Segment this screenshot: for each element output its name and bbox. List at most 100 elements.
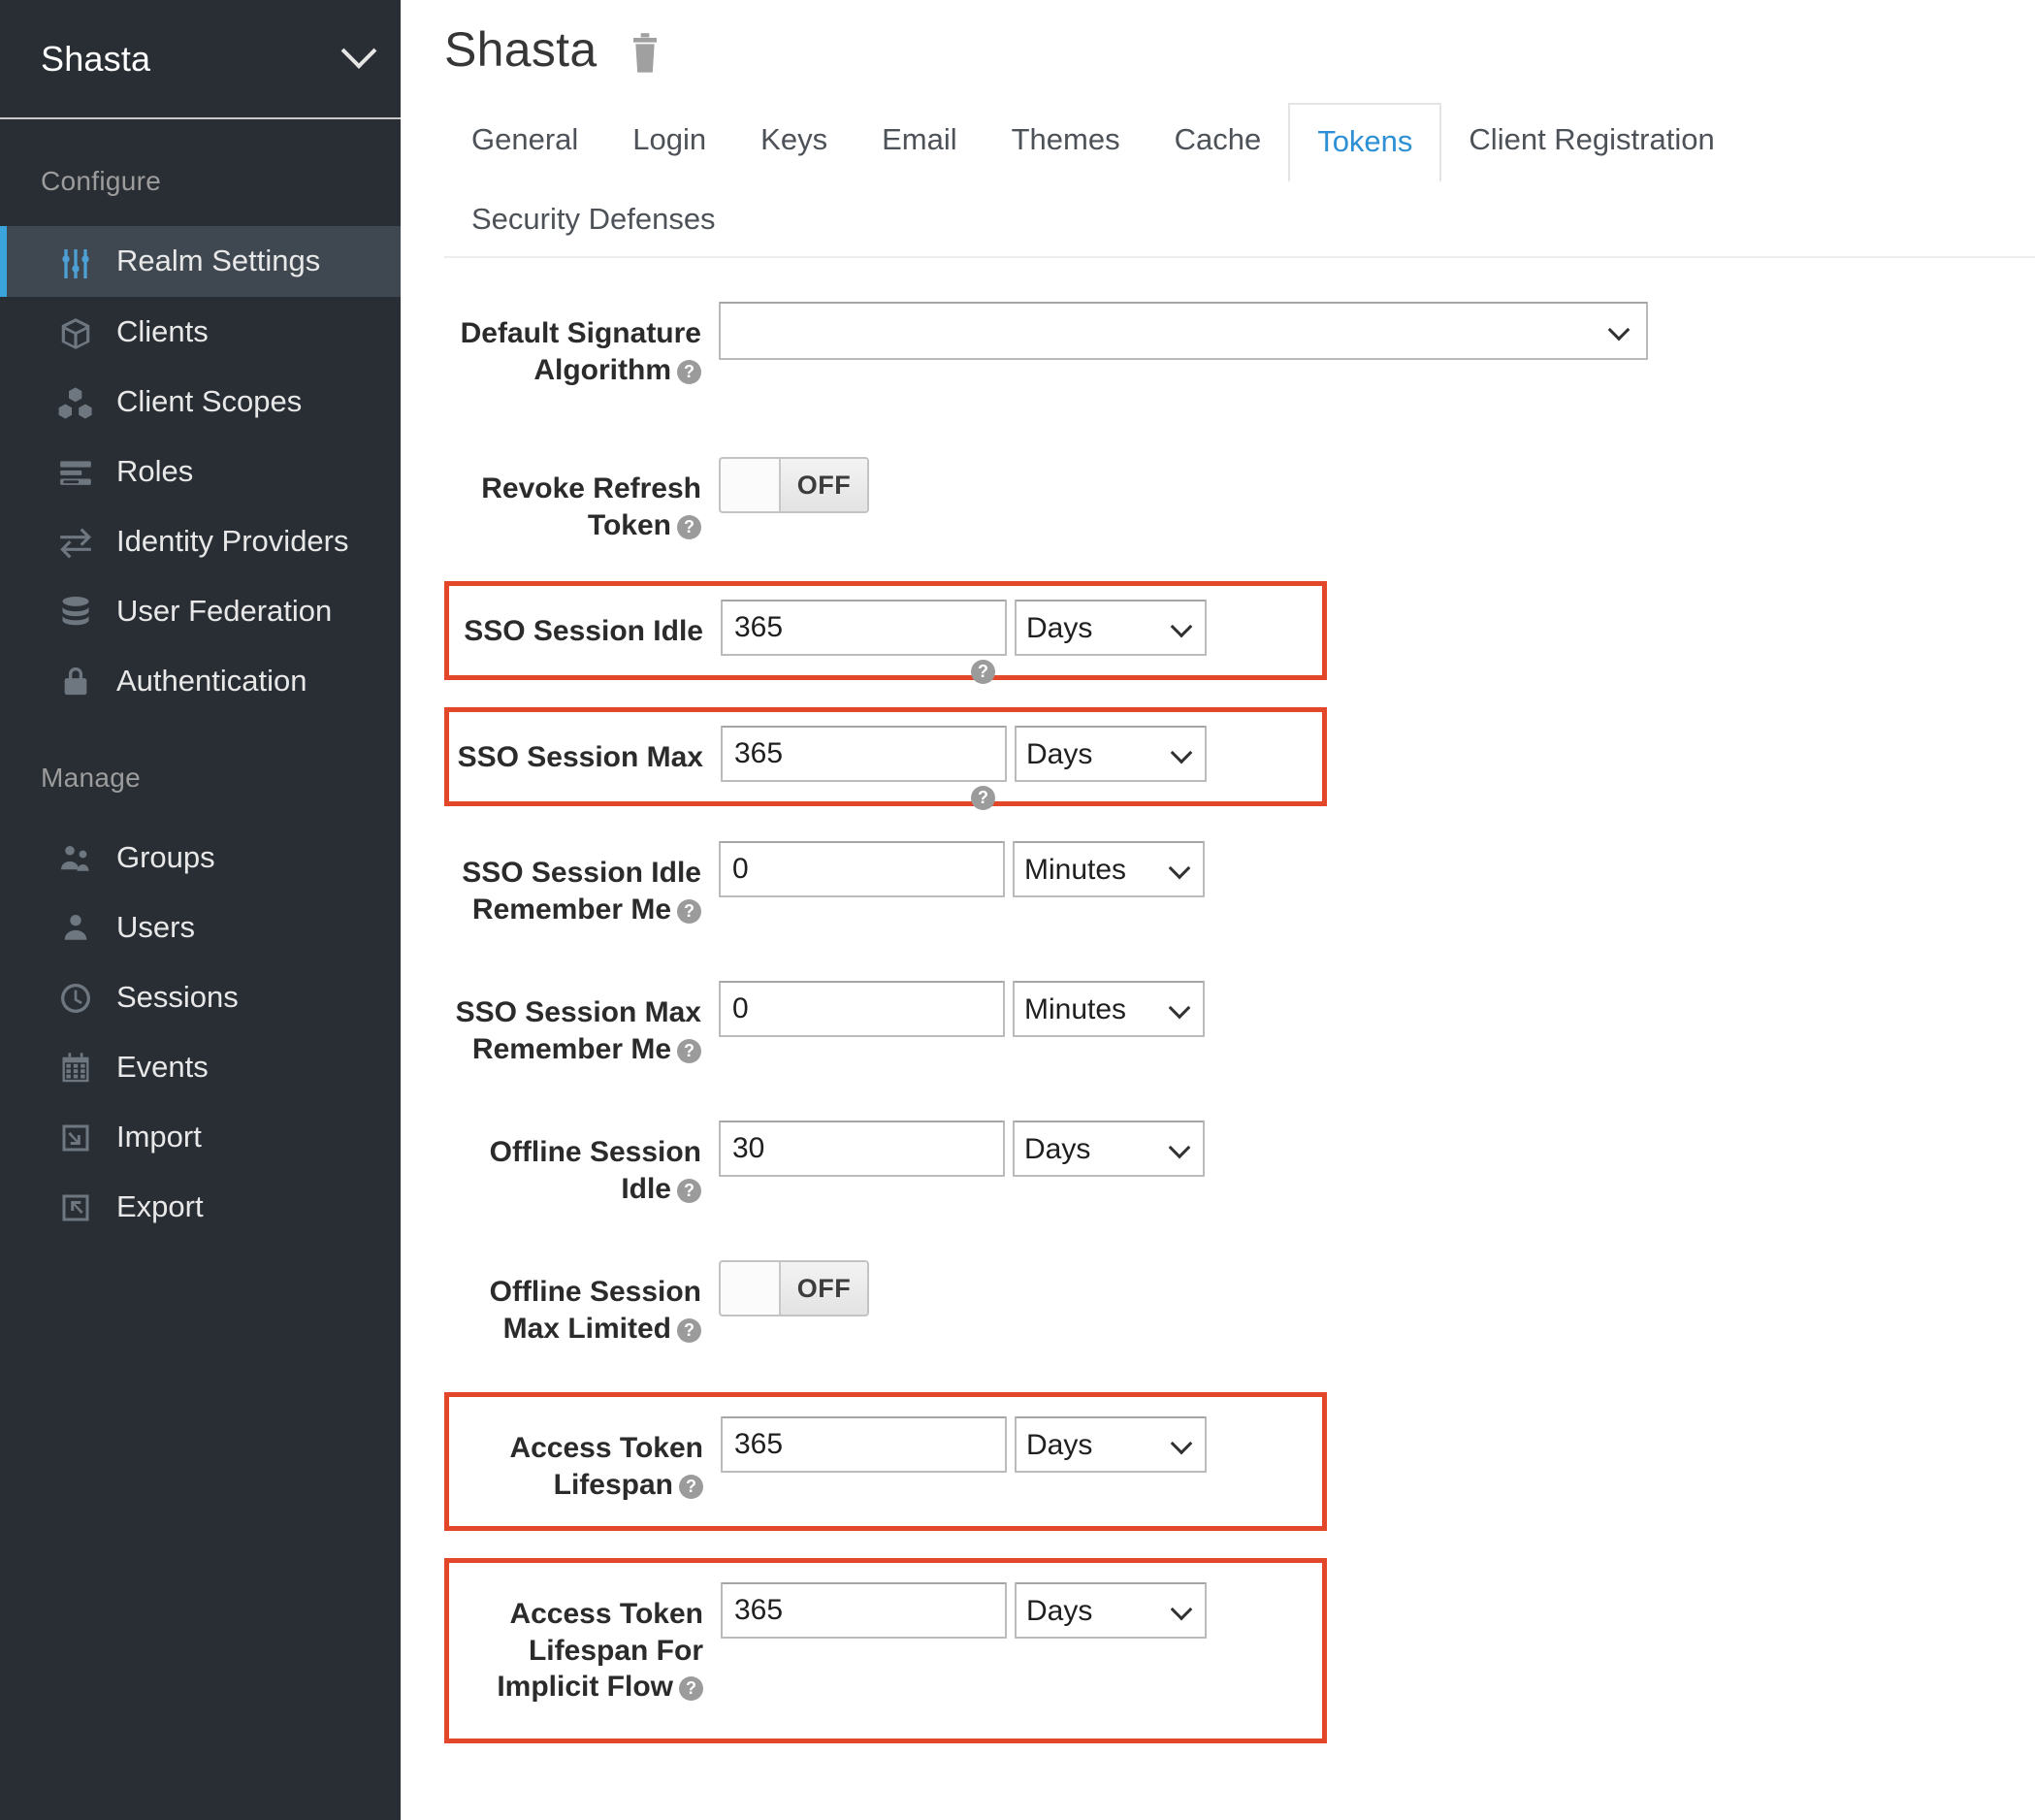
sidebar-item-events[interactable]: Events [0,1032,401,1102]
access-token-lifespan-for-implicit-flow-unit-select[interactable]: Days [1015,1582,1207,1639]
toggle-knob [721,1262,781,1315]
field-row-sso-session-max-remember-me: SSO Session Max Remember Me? Minutes [449,981,2035,1121]
sidebar-item-authentication[interactable]: Authentication [0,646,401,716]
help-icon-sso-session-max-remember-me[interactable]: ? [677,1038,701,1063]
realm-selector[interactable]: Shasta [0,0,401,119]
tokens-form: Default Signature Algorithm? Revoke Refr… [401,258,2035,1743]
main-content: Shasta General Login Keys Email Themes C… [401,0,2035,1820]
sidebar-item-label-user-federation: User Federation [116,594,333,629]
field-label-sso-session-idle: SSO Session Idle? [449,600,995,684]
sidebar-item-label-events: Events [116,1050,209,1085]
help-icon-access-token-lifespan-for-implicit-flow[interactable]: ? [679,1676,703,1701]
sso-session-max-unit-select[interactable]: Days [1015,726,1207,782]
sidebar-item-groups[interactable]: Groups [0,823,401,893]
sidebar-item-user-federation[interactable]: User Federation [0,576,401,646]
tab-themes[interactable]: Themes [985,103,1147,182]
sidebar-item-clients[interactable]: Clients [0,297,401,367]
field-label-default-signature-algorithm: Default Signature Algorithm? [460,317,701,386]
help-icon-sso-session-idle[interactable]: ? [971,660,995,684]
default-signature-algorithm-select[interactable] [719,302,1648,360]
sso-session-idle-unit-select[interactable]: Days [1015,600,1207,656]
offline-session-idle-input[interactable] [719,1121,1005,1177]
nav-section-configure: Configure Realm Settings Clients Client … [0,119,401,716]
cube-icon [54,310,97,352]
page-title: Shasta [444,22,598,77]
database-icon [54,590,97,630]
field-label-sso-session-max-remember-me: SSO Session Max Remember Me? [455,996,701,1065]
sidebar-item-label-roles: Roles [116,454,194,489]
help-icon-sso-session-idle-remember-me[interactable]: ? [677,898,701,924]
tab-cache[interactable]: Cache [1147,103,1289,182]
field-row-offline-session-max-limited: Offline Session Max Limited? OFF [449,1260,2035,1392]
field-row-sso-session-idle: SSO Session Idle? Days [444,581,1327,684]
sidebar-item-realm-settings[interactable]: Realm Settings [0,226,401,297]
sidebar-item-label-realm-settings: Realm Settings [116,244,321,277]
sidebar-item-client-scopes[interactable]: Client Scopes [0,367,401,437]
field-label-sso-session-max: SSO Session Max? [449,726,995,810]
tab-bar: General Login Keys Email Themes Cache To… [444,103,2035,258]
tab-email[interactable]: Email [855,103,985,182]
sidebar: Shasta Configure Realm Settings Clients [0,0,401,1820]
nav-section-manage: Manage Groups Users Sessions Events Impo… [0,716,401,1242]
list-icon [54,450,97,492]
sso-session-max-remember-me-input[interactable] [719,981,1005,1037]
tab-keys[interactable]: Keys [733,103,855,182]
sidebar-item-label-clients: Clients [116,314,209,348]
field-label-offline-session-idle: Offline Session Idle? [489,1136,701,1205]
chevron-down-icon [340,32,377,69]
revoke-refresh-token-toggle[interactable]: OFF [719,457,869,513]
field-row-sso-session-max: SSO Session Max? Days [444,707,1327,810]
sso-session-idle-remember-me-unit-select[interactable]: Minutes [1013,841,1205,897]
field-row-access-token-lifespan: Access Token Lifespan? Days [444,1392,1327,1531]
field-label-offline-session-max-limited: Offline Session Max Limited? [489,1276,701,1345]
field-label-revoke-refresh-token: Revoke Refresh Token? [481,472,701,541]
sidebar-item-identity-providers[interactable]: Identity Providers [0,506,401,576]
sidebar-item-label-client-scopes: Client Scopes [116,384,303,419]
lock-icon [54,660,97,698]
field-row-revoke-refresh-token: Revoke Refresh Token? OFF [449,457,2035,581]
tab-tokens[interactable]: Tokens [1288,103,1442,182]
sidebar-item-roles[interactable]: Roles [0,437,401,506]
toggle-state-label: OFF [781,1262,867,1315]
sso-session-max-input[interactable] [721,726,1007,782]
access-token-lifespan-for-implicit-flow-input[interactable] [721,1582,1007,1639]
field-label-access-token-lifespan: Access Token Lifespan? [509,1432,703,1501]
help-icon-default-signature-algorithm[interactable]: ? [677,359,701,384]
nav-section-title-manage: Manage [41,763,141,794]
tab-login[interactable]: Login [605,103,733,182]
sidebar-item-label-identity-providers: Identity Providers [116,524,349,559]
help-icon-sso-session-max[interactable]: ? [971,786,995,810]
sso-session-idle-remember-me-input[interactable] [719,841,1005,897]
sso-session-idle-input[interactable] [721,600,1007,656]
exchange-icon [54,520,97,562]
offline-session-idle-unit-select[interactable]: Days [1013,1121,1205,1177]
offline-session-max-limited-toggle[interactable]: OFF [719,1260,869,1316]
clock-icon [54,976,97,1016]
tab-general[interactable]: General [444,103,605,182]
calendar-icon [54,1046,97,1086]
sidebar-item-import[interactable]: Import [0,1102,401,1172]
sso-session-max-remember-me-unit-select[interactable]: Minutes [1013,981,1205,1037]
page-header: Shasta [401,0,2035,78]
help-icon-offline-session-max-limited[interactable]: ? [677,1317,701,1343]
trash-icon[interactable] [626,32,664,75]
access-token-lifespan-input[interactable] [721,1416,1007,1473]
sidebar-item-label-authentication: Authentication [116,664,307,699]
cubes-icon [54,380,97,422]
access-token-lifespan-unit-select[interactable]: Days [1015,1416,1207,1473]
export-arrow-icon [54,1186,97,1225]
field-label-access-token-lifespan-for-implicit-flow: Access Token Lifespan For Implicit Flow? [497,1598,703,1703]
help-icon-offline-session-idle[interactable]: ? [677,1178,701,1203]
help-icon-access-token-lifespan[interactable]: ? [679,1474,703,1499]
keycloak-admin-console: Shasta Configure Realm Settings Clients [0,0,2035,1820]
help-icon-revoke-refresh-token[interactable]: ? [677,514,701,539]
sidebar-item-label-users: Users [116,910,195,945]
tab-security-defenses[interactable]: Security Defenses [444,182,743,258]
sidebar-item-sessions[interactable]: Sessions [0,962,401,1032]
sidebar-item-users[interactable]: Users [0,893,401,962]
field-row-offline-session-idle: Offline Session Idle? Days [449,1121,2035,1260]
tab-client-registration[interactable]: Client Registration [1441,103,1741,182]
sidebar-item-label-groups: Groups [116,840,215,875]
toggle-knob [721,459,781,511]
sidebar-item-export[interactable]: Export [0,1172,401,1242]
